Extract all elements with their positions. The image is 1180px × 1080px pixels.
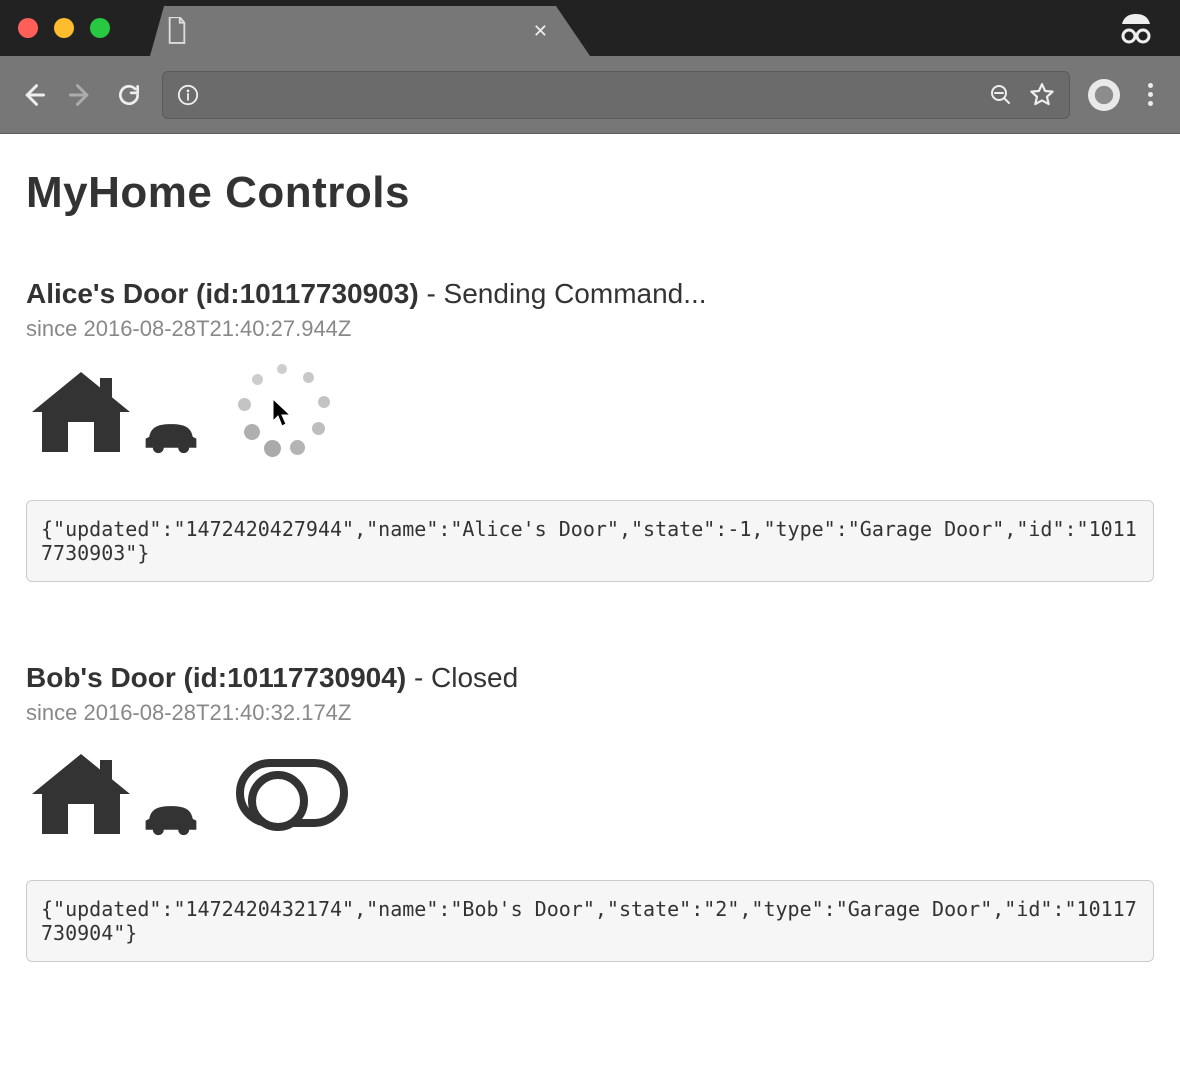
minimize-window-button[interactable] xyxy=(54,18,74,38)
browser-tab[interactable]: ✕ xyxy=(150,6,590,56)
device-name: Bob's Door xyxy=(26,662,176,693)
browser-menu-button[interactable] xyxy=(1138,83,1162,106)
device-card: Bob's Door (id:10117730904) - Closed sin… xyxy=(26,662,1154,962)
close-tab-button[interactable]: ✕ xyxy=(533,21,574,42)
zoom-out-icon[interactable] xyxy=(989,83,1013,107)
garage-door-icon xyxy=(26,748,200,838)
mouse-cursor-icon xyxy=(272,398,294,433)
page-title: MyHome Controls xyxy=(26,168,1154,218)
device-status: Sending Command... xyxy=(444,278,707,309)
browser-toolbar xyxy=(0,56,1180,134)
blank-page-icon xyxy=(166,17,188,45)
device-json: {"updated":"1472420427944","name":"Alice… xyxy=(26,500,1154,582)
forward-button[interactable] xyxy=(66,80,96,110)
door-toggle[interactable] xyxy=(236,759,348,827)
tab-strip: ✕ xyxy=(0,0,1180,56)
browser-chrome: ✕ xyxy=(0,0,1180,134)
bookmark-star-icon[interactable] xyxy=(1029,82,1055,108)
url-input[interactable] xyxy=(213,83,975,106)
garage-door-icon xyxy=(26,366,200,456)
site-info-icon[interactable] xyxy=(177,84,199,106)
back-button[interactable] xyxy=(18,80,48,110)
device-heading: Alice's Door (id:10117730903) - Sending … xyxy=(26,278,1154,310)
page-content: MyHome Controls Alice's Door (id:1011773… xyxy=(0,134,1180,1066)
reload-button[interactable] xyxy=(114,80,144,110)
close-window-button[interactable] xyxy=(18,18,38,38)
device-status: Closed xyxy=(431,662,518,693)
device-id: 10117730903 xyxy=(240,278,410,309)
device-heading: Bob's Door (id:10117730904) - Closed xyxy=(26,662,1154,694)
device-since: since 2016-08-28T21:40:27.944Z xyxy=(26,316,1154,342)
device-id: 10117730904 xyxy=(227,662,397,693)
address-bar[interactable] xyxy=(162,71,1070,119)
device-card: Alice's Door (id:10117730903) - Sending … xyxy=(26,278,1154,582)
profile-avatar[interactable] xyxy=(1088,79,1120,111)
device-name: Alice's Door xyxy=(26,278,188,309)
incognito-icon xyxy=(1116,8,1156,53)
loading-spinner-icon xyxy=(236,364,330,458)
device-since: since 2016-08-28T21:40:32.174Z xyxy=(26,700,1154,726)
window-controls xyxy=(18,18,110,38)
device-json: {"updated":"1472420432174","name":"Bob's… xyxy=(26,880,1154,962)
zoom-window-button[interactable] xyxy=(90,18,110,38)
